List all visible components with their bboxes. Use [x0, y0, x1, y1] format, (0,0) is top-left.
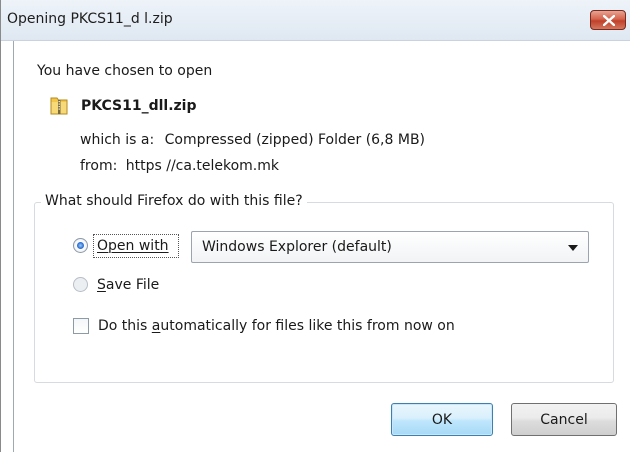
chevron-down-icon [568, 245, 578, 251]
close-button[interactable] [590, 10, 626, 30]
file-type-row: which is a: Compressed (zipped) Folder (… [80, 132, 425, 148]
file-type-label: which is a: [80, 132, 155, 148]
file-name: PKCS11_dll.zip [81, 98, 197, 114]
save-file-label[interactable]: Save File [97, 277, 159, 293]
save-file-radio[interactable] [73, 277, 88, 292]
save-file-label-rest: ave File [105, 277, 160, 293]
open-with-accesskey: O [97, 238, 109, 254]
save-file-accesskey: S [97, 277, 106, 293]
application-select[interactable]: Windows Explorer (default) [191, 231, 589, 263]
file-type-value: Compressed (zipped) Folder (6,8 MB) [164, 132, 426, 148]
auto-label-after: utomatically for files like this from no… [160, 318, 455, 334]
file-source-label: from: [80, 158, 118, 174]
action-group-legend: What should Firefox do with this file? [41, 193, 307, 209]
intro-text: You have chosen to open [37, 63, 213, 79]
cancel-button[interactable]: Cancel [511, 403, 617, 436]
file-source-row: from: https //ca.telekom.mk [80, 158, 279, 174]
open-with-label-rest: pen with [108, 238, 169, 254]
download-dialog: Opening PKCS11_d l.zip You have chosen t… [0, 0, 630, 452]
close-icon [603, 15, 615, 26]
application-select-value: Windows Explorer (default) [202, 239, 392, 255]
auto-action-label[interactable]: Do this automatically for files like thi… [98, 318, 455, 334]
window-title: Opening PKCS11_d l.zip [7, 11, 173, 27]
open-with-radio[interactable] [73, 238, 88, 253]
open-with-label[interactable]: Open with [97, 238, 169, 254]
title-bar[interactable]: Opening PKCS11_d l.zip [1, 0, 630, 41]
auto-label-before: Do this [98, 318, 152, 334]
auto-action-checkbox[interactable] [73, 318, 89, 334]
zip-folder-icon [50, 97, 68, 115]
file-source-value: https //ca.telekom.mk [125, 158, 280, 174]
ok-button[interactable]: OK [391, 403, 493, 436]
